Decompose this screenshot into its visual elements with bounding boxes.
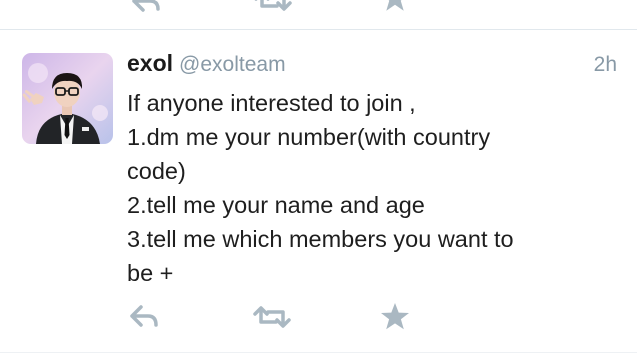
tweet-divider xyxy=(0,29,637,30)
tweet-text-line: code) xyxy=(127,158,186,184)
tweet-text-line: If anyone interested to join , xyxy=(127,90,416,116)
reply-icon[interactable] xyxy=(130,0,162,12)
tweet-text-line: 3.tell me which members you want to xyxy=(127,226,514,252)
tweet-timestamp[interactable]: 2h xyxy=(594,53,617,77)
tweet-text-line: 2.tell me your name and age xyxy=(127,192,425,218)
tweet-text-line: be + xyxy=(127,260,174,286)
avatar[interactable] xyxy=(22,53,113,144)
favorite-star-icon[interactable] xyxy=(380,302,410,330)
tweet-actions xyxy=(0,300,637,332)
retweet-icon[interactable] xyxy=(253,0,293,12)
reply-icon[interactable] xyxy=(128,304,160,328)
tweet-header: exol @exolteam xyxy=(127,50,286,80)
tweet-text: If anyone interested to join , 1.dm me y… xyxy=(127,86,607,290)
bottom-divider xyxy=(0,352,637,353)
user-handle[interactable]: @exolteam xyxy=(179,53,286,76)
favorite-star-icon[interactable] xyxy=(380,0,410,12)
tweet-text-line: 1.dm me your number(with country xyxy=(127,124,491,150)
display-name[interactable]: exol xyxy=(127,50,173,76)
previous-tweet-actions xyxy=(0,0,637,12)
retweet-icon[interactable] xyxy=(252,305,292,329)
